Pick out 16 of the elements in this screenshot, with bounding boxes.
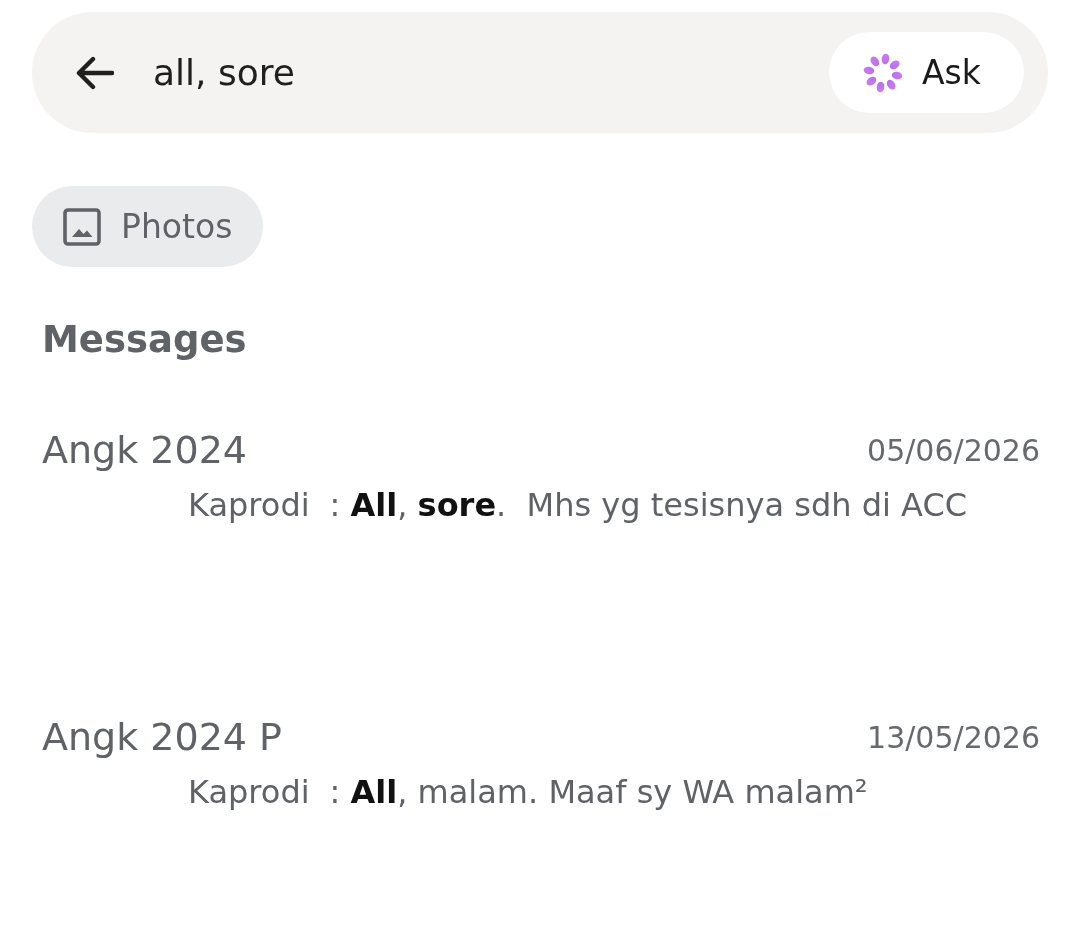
sparkle-icon: [863, 52, 903, 93]
message-preview: : All, sore. Mhs yg tesisnya sdh di ACC: [329, 486, 968, 524]
conversation-title: Angk 2024: [42, 428, 247, 472]
section-heading: Messages: [42, 317, 247, 363]
sender-name: Kaprodi: [188, 486, 310, 524]
ask-button[interactable]: Ask: [829, 32, 1024, 113]
filter-chip[interactable]: Photos: [32, 186, 264, 267]
search-bar[interactable]: all, sore Ask: [32, 12, 1048, 133]
message-preview: : All, malam. Maaf sy WA malam²: [329, 773, 868, 811]
image-icon: [63, 207, 101, 246]
message-date: 05/06/2026: [867, 432, 1040, 468]
back-arrow-icon: [74, 55, 114, 90]
search-input[interactable]: all, sore: [153, 47, 829, 98]
message-date: 13/05/2026: [867, 719, 1040, 755]
conversation-title: Angk 2024 P: [42, 715, 282, 759]
sender-name: Kaprodi: [188, 773, 310, 811]
